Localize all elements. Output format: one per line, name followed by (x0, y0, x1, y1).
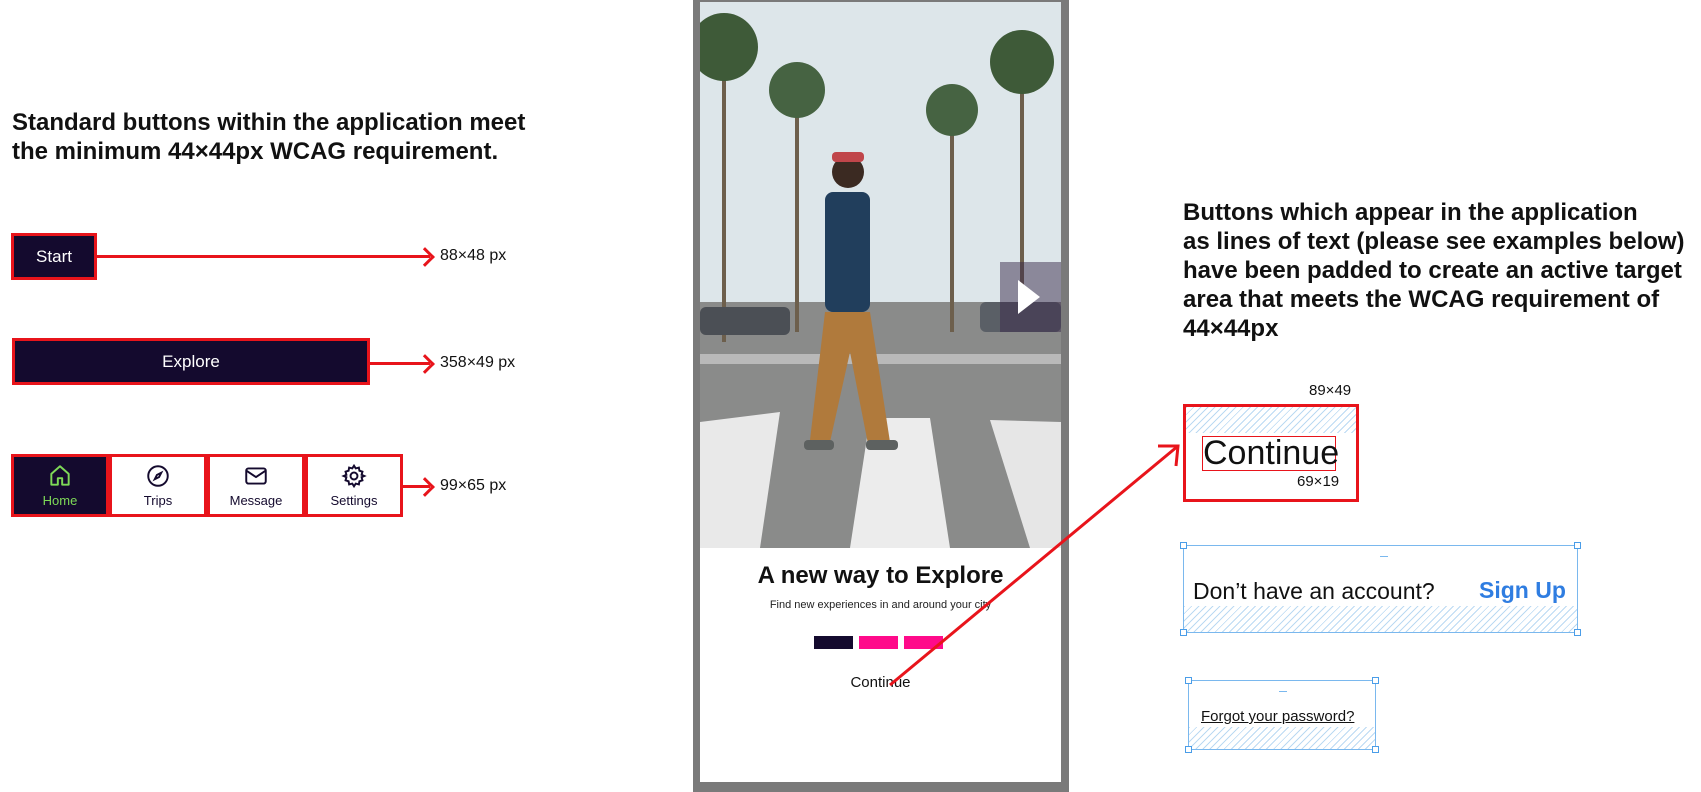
start-dimension-label: 88×48 px (440, 247, 507, 264)
top-padding-hatch (1186, 407, 1356, 433)
right-heading-line-4: area that meets the WCAG requirement of (1183, 286, 1660, 313)
nav-item-trips-label: Trips (143, 493, 173, 508)
pager-dot-1[interactable] (814, 636, 853, 649)
start-arrow-head (415, 247, 435, 267)
resize-handle (1372, 746, 1379, 753)
resize-handle (1185, 677, 1192, 684)
nav-item-message[interactable]: Message (207, 454, 305, 517)
compass-icon (147, 465, 169, 487)
left-heading-line-2: the minimum 44×44px WCAG requirement. (12, 138, 499, 165)
nav-item-home-label: Home (42, 493, 78, 508)
signup-target-area: Don’t have an account? Sign Up (1180, 542, 1581, 636)
continue-outer-dimension: 89×49 (1309, 382, 1352, 399)
resize-handle (1180, 629, 1187, 636)
start-arrow-line (97, 255, 430, 258)
nav-dimension-label: 99×65 px (440, 477, 507, 494)
gear-icon (341, 463, 367, 489)
bottom-padding-hatch (1184, 606, 1577, 632)
right-heading-line-2: as lines of text (please see examples be… (1183, 228, 1685, 255)
forgot-password-link[interactable]: Forgot your password? (1201, 708, 1354, 725)
resize-handle (1372, 677, 1379, 684)
nav-item-message-label: Message (229, 493, 283, 508)
continue-text-button[interactable]: Continue (1202, 436, 1339, 471)
nav-item-settings[interactable]: Settings (305, 454, 403, 517)
explore-arrow-head (415, 354, 435, 374)
left-heading-line-1: Standard buttons within the application … (12, 109, 526, 136)
resize-handle (1185, 746, 1192, 753)
bottom-padding-hatch (1189, 727, 1375, 749)
start-button-label: Start (36, 246, 72, 266)
start-button[interactable]: Start (11, 233, 97, 280)
nav-arrow-head (415, 477, 435, 497)
explore-button[interactable]: Explore (12, 338, 370, 385)
connector-arrow (889, 444, 1180, 687)
padding-tick (1279, 691, 1287, 692)
right-heading-line-5: 44×44px (1183, 315, 1279, 342)
padding-tick (1380, 556, 1388, 557)
right-heading-line-3: have been padded to create an active tar… (1183, 257, 1682, 284)
resize-handle (1574, 629, 1581, 636)
resize-handle (1180, 542, 1187, 549)
resize-handle (1574, 542, 1581, 549)
nav-item-trips[interactable]: Trips (109, 454, 207, 517)
right-heading: Buttons which appear in the application … (1183, 198, 1693, 343)
nav-item-settings-label: Settings (330, 493, 378, 508)
mail-icon (245, 467, 267, 485)
home-icon (50, 465, 70, 486)
right-heading-line-1: Buttons which appear in the application (1183, 199, 1638, 226)
left-heading: Standard buttons within the application … (12, 108, 572, 166)
continue-target-area[interactable]: Continue 69×19 (1183, 404, 1359, 502)
explore-dimension-label: 358×49 px (440, 354, 516, 371)
explore-button-label: Explore (162, 351, 220, 371)
bottom-nav: Home Trips Message Settings (11, 454, 403, 517)
signup-prompt: Don’t have an account? (1193, 578, 1435, 604)
continue-inner-dimension: 69×19 (1297, 473, 1340, 490)
nav-item-home[interactable]: Home (11, 454, 109, 517)
signup-link[interactable]: Sign Up (1479, 577, 1566, 604)
forgot-target-area: Forgot your password? (1185, 677, 1379, 753)
